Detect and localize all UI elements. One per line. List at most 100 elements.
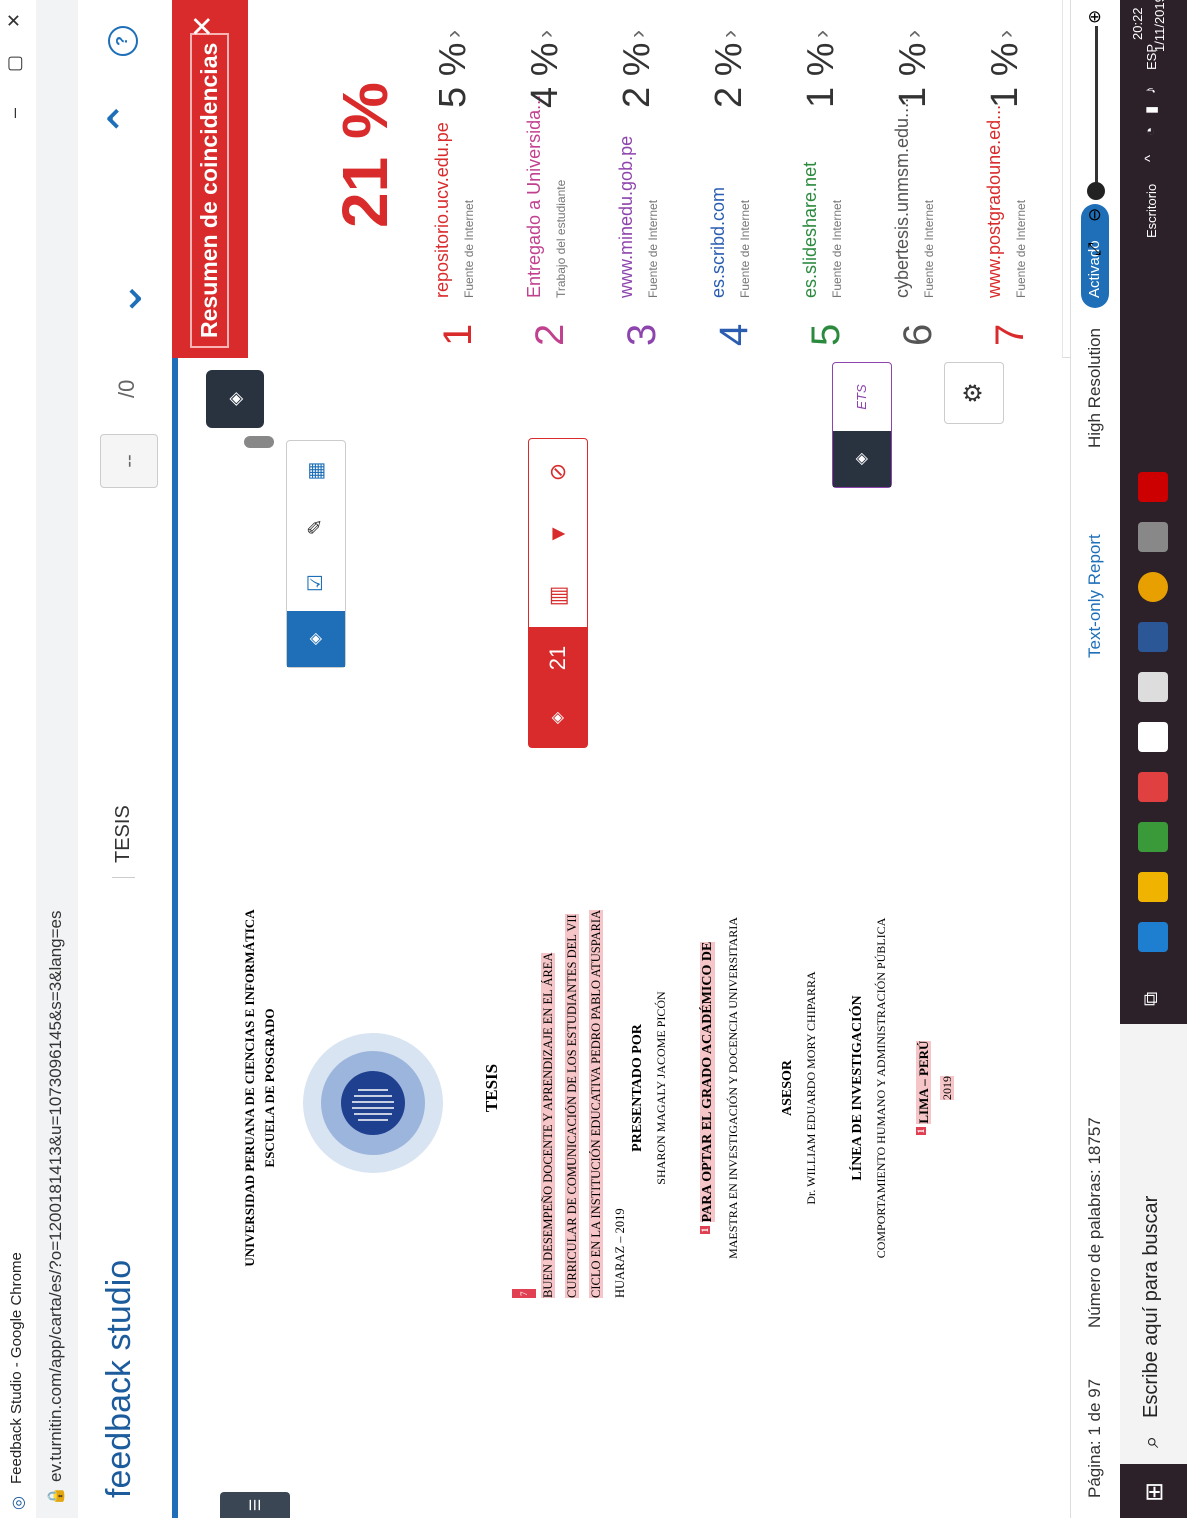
ets-tools: ◈ ETS <box>832 362 892 488</box>
clock-date[interactable]: 1/11/2019 <box>1152 0 1167 52</box>
match-number: 1 <box>436 323 480 346</box>
city-text: LIMA – PERÚ <box>916 1040 931 1124</box>
wifi-icon[interactable]: ◔ <box>1142 127 1159 136</box>
city-line: 1 LIMA – PERÚ <box>916 698 932 1478</box>
quickmark-icon[interactable]: ☑ <box>287 555 345 611</box>
similarity-layer-icon[interactable]: ◈ <box>529 689 587 747</box>
comment-icon[interactable]: ✎ <box>287 499 345 555</box>
exclude-icon[interactable]: ⊘ <box>529 441 587 503</box>
mail-icon[interactable] <box>1138 722 1168 752</box>
match-item[interactable]: 3 www.minedu.gob.pe Fuente de Internet 2… <box>602 0 695 358</box>
advisor-label: ASESOR <box>780 1059 795 1117</box>
desktop-label[interactable]: Escritorio <box>1144 184 1159 238</box>
grading-layer-icon[interactable]: ◈ <box>287 611 345 667</box>
match-number: 5 <box>804 323 848 346</box>
ets-layer-icon[interactable]: ◈ <box>833 431 891 487</box>
photos-icon[interactable] <box>1138 522 1168 552</box>
taskbar-search[interactable]: ⌕ Escribe aquí para buscar <box>1120 1024 1187 1464</box>
match-type: Fuente de Internet <box>1014 199 1028 298</box>
minimize-icon[interactable]: – <box>4 108 25 118</box>
search-placeholder[interactable]: Escribe aquí para buscar <box>1140 1196 1163 1418</box>
fullscreen-icon[interactable]: ⤢ <box>1085 242 1105 256</box>
chrome-icon[interactable] <box>1138 572 1168 602</box>
match-type: Fuente de Internet <box>738 199 752 298</box>
chevron-right-icon[interactable]: › <box>532 30 560 38</box>
match-count[interactable]: 21 <box>529 627 587 689</box>
rubric-grid-icon[interactable]: ▦ <box>287 443 345 499</box>
task-view-icon[interactable]: ⧉ <box>1140 992 1163 1006</box>
windows-start-icon[interactable]: ⊞ <box>1140 1482 1169 1502</box>
year-line: 2019 <box>940 698 955 1478</box>
presented-label: PRESENTADO POR <box>630 1024 645 1152</box>
volume-icon[interactable]: ♪ <box>1142 87 1159 95</box>
match-number: 3 <box>620 323 664 346</box>
calculator-icon[interactable] <box>1138 672 1168 702</box>
match-type: Fuente de Internet <box>830 199 844 298</box>
file-explorer-icon[interactable] <box>1138 872 1168 902</box>
office-icon[interactable] <box>1138 772 1168 802</box>
chevron-down-icon[interactable]: ⌄ <box>98 279 152 318</box>
page-input[interactable]: -- <box>100 434 158 488</box>
match-item[interactable]: 2 Entregado a Universida... Trabajo del … <box>510 0 603 358</box>
match-item[interactable]: 7 www.postgradoune.ed... Fuente de Inter… <box>970 0 1063 358</box>
match-item[interactable]: 6 cybertesis.unmsm.edu.... Fuente de Int… <box>878 0 971 358</box>
feedback-studio-logo: feedback studio <box>100 1259 138 1498</box>
match-marker-1b[interactable]: 1 <box>916 1126 926 1136</box>
filter-icon[interactable]: ▼ <box>529 503 587 565</box>
match-percent: 5 % <box>432 42 474 108</box>
close-panel-icon[interactable]: ✕ <box>186 15 219 38</box>
zoom-in-icon[interactable]: ⊕ <box>1085 10 1105 24</box>
zoom-out-icon[interactable]: ⊖ <box>1085 208 1105 222</box>
match-percent: 2 % <box>616 42 658 108</box>
chevron-right-icon[interactable]: › <box>900 30 928 38</box>
app-icon: ◎ <box>10 1496 27 1510</box>
help-icon[interactable]: ? <box>108 26 138 56</box>
address-bar[interactable]: 🔒 ev.turnitin.com/app/carta/es/?o=120018… <box>36 0 79 1518</box>
ets-icon[interactable]: ETS <box>833 363 891 431</box>
clock-time[interactable]: 20:22 <box>1130 7 1145 40</box>
chevron-right-icon[interactable]: › <box>808 30 836 38</box>
chevron-up-tray-icon[interactable]: ^ <box>1142 155 1159 162</box>
document-scrollbar[interactable] <box>244 436 274 448</box>
title-line-1: BUEN DESEMPEÑO DOCENTE Y APRENDIZAJE EN … <box>541 952 555 1298</box>
match-overview-icon[interactable]: ▥ <box>529 565 587 627</box>
chevron-right-icon[interactable]: › <box>624 30 652 38</box>
match-item[interactable]: 4 es.scribd.com Fuente de Internet 2 % › <box>694 0 787 358</box>
close-window-icon[interactable]: ✕ <box>4 13 25 28</box>
overall-similarity: 21 % <box>248 0 418 358</box>
match-item[interactable]: 1 repositorio.ucv.edu.pe Fuente de Inter… <box>418 0 511 358</box>
store-icon[interactable] <box>1138 822 1168 852</box>
match-percent: 1 % <box>892 42 934 108</box>
edge-icon[interactable] <box>1138 922 1168 952</box>
match-type: Fuente de Internet <box>646 199 660 298</box>
window-title-bar: ◎ Feedback Studio - Google Chrome – ▢ ✕ <box>0 0 37 1518</box>
layer-toggle-icon[interactable]: ◈ <box>206 370 264 428</box>
side-menu-handle[interactable]: ☰ <box>220 1492 290 1518</box>
settings-gear-icon[interactable]: ⚙ <box>944 362 1004 424</box>
maximize-icon[interactable]: ▢ <box>4 55 25 72</box>
chevron-up-icon[interactable]: ⌃ <box>98 99 152 138</box>
zoom-slider-handle[interactable] <box>1087 182 1105 200</box>
chevron-right-icon[interactable]: › <box>992 30 1020 38</box>
battery-icon[interactable]: ▮ <box>1142 106 1160 114</box>
title-line-2: CURRICULAR DE COMUNICACIÓN DE LOS ESTUDI… <box>565 914 579 1298</box>
lock-icon: 🔒 <box>48 1486 65 1506</box>
zoom-slider[interactable] <box>1095 26 1098 196</box>
word-icon[interactable] <box>1138 622 1168 652</box>
chevron-right-icon[interactable]: › <box>716 30 744 38</box>
match-type: Fuente de Internet <box>462 199 476 298</box>
match-type: Fuente de Internet <box>922 199 936 298</box>
match-source: www.postgradoune.ed... <box>984 104 1004 298</box>
text-only-report-link[interactable]: Text-only Report <box>1085 534 1105 658</box>
url-text[interactable]: ev.turnitin.com/app/carta/es/?o=12001814… <box>46 910 66 1482</box>
acrobat-icon[interactable] <box>1138 472 1168 502</box>
research-line-label: LÍNEA DE INVESTIGACIÓN <box>850 995 865 1181</box>
match-marker-7[interactable]: 7 <box>512 1289 536 1298</box>
match-number: 6 <box>896 323 940 346</box>
match-marker-1[interactable]: 1 <box>700 1225 710 1235</box>
match-source: es.scribd.com <box>708 186 728 298</box>
match-type: Trabajo del estudiante <box>554 179 568 298</box>
match-item[interactable]: 5 es.slideshare.net Fuente de Internet 1… <box>786 0 879 358</box>
similarity-tools: ◈ 21 ▥ ▼ ⊘ <box>528 438 588 748</box>
chevron-right-icon[interactable]: › <box>440 30 468 38</box>
